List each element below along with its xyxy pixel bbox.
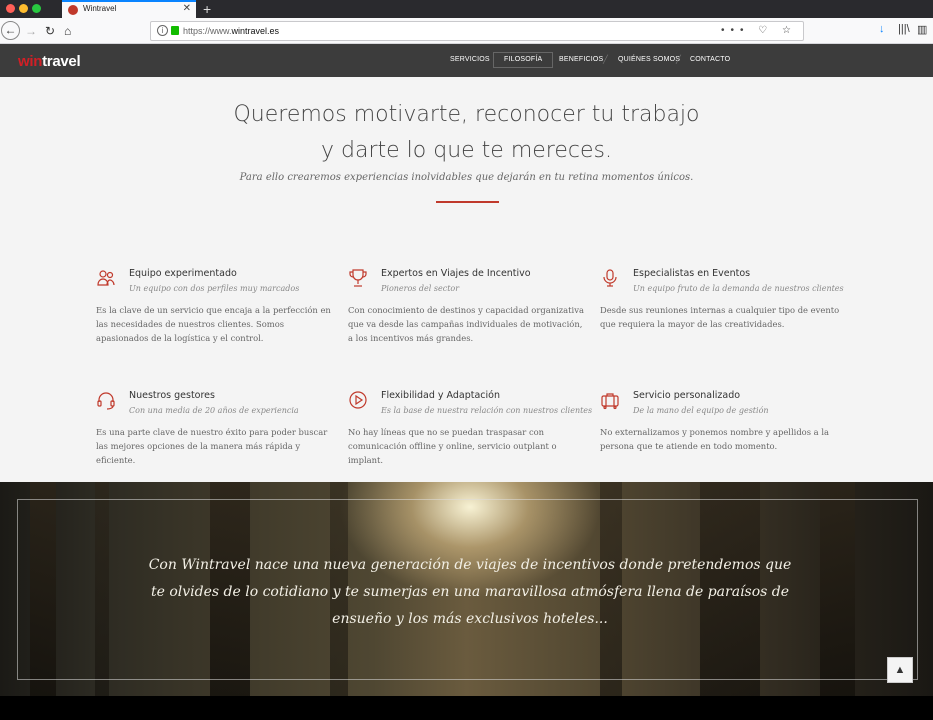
forward-button[interactable]: →: [25, 22, 37, 40]
feature-text: Con conocimiento de destinos y capacidad…: [348, 305, 584, 343]
logo[interactable]: wintravel: [18, 53, 81, 70]
back-button[interactable]: ←: [1, 21, 20, 40]
menu-servicios[interactable]: SERVICIOS: [450, 52, 490, 68]
close-tab-icon[interactable]: ✕: [183, 3, 191, 14]
sidebar-icon[interactable]: ▥: [917, 23, 927, 36]
feature-text: Es una parte clave de nuestro éxito para…: [96, 427, 328, 465]
menu-filosofia[interactable]: FILOSOFÍA: [493, 52, 554, 68]
new-tab-button[interactable]: +: [203, 0, 211, 18]
tab-title: Wintravel: [83, 4, 117, 13]
browser-toolbar: ← → ↻ ⌂ i https://www.wintravel.es ••• ♡…: [0, 18, 933, 44]
maximize-window-button[interactable]: [32, 4, 41, 13]
headset-icon: [97, 392, 115, 410]
info-icon[interactable]: i: [157, 25, 168, 36]
feature-title: Servicio personalizado: [633, 390, 741, 401]
feature-text: Es la clave de un servicio que encaja a …: [96, 305, 331, 343]
browser-tab[interactable]: Wintravel ✕: [62, 0, 196, 18]
browser-tab-bar: Wintravel ✕ +: [0, 0, 933, 18]
menu-contacto[interactable]: CONTACTO: [690, 52, 730, 68]
feature-text: Desde sus reuniones internas a cualquier…: [600, 305, 840, 329]
feature-subtitle: De la mano del equipo de gestión: [633, 406, 769, 415]
page-subtitle: Para ello crearemos experiencias inolvid…: [239, 172, 694, 183]
favicon-icon: [68, 5, 78, 15]
forest-hero: Con Wintravel nace una nueva generación …: [0, 482, 933, 696]
feature-title: Expertos en Viajes de Incentivo: [381, 268, 531, 279]
home-button[interactable]: ⌂: [64, 22, 71, 40]
window-bottom-edge: [0, 696, 933, 720]
download-icon[interactable]: ↓: [879, 23, 885, 35]
feature-title: Equipo experimentado: [129, 268, 237, 279]
site-header: wintravel SERVICIOS FILOSOFÍA BENEFICIOS…: [0, 44, 933, 77]
page-actions[interactable]: ••• ♡ ☆: [721, 25, 797, 36]
luggage-icon: [601, 393, 619, 410]
philosophy-section: Queremos motivarte, reconocer tu trabajo…: [0, 77, 933, 482]
play-icon: [349, 391, 367, 409]
microphone-icon: [603, 269, 617, 287]
page-title: Queremos motivarte, reconocer tu trabajo…: [233, 102, 700, 163]
feature-title: Nuestros gestores: [129, 390, 215, 401]
reload-button[interactable]: ↻: [45, 22, 55, 40]
feature-text: No externalizamos y ponemos nombre y ape…: [600, 427, 830, 451]
title-divider: [436, 201, 499, 203]
feature-text: No hay líneas que no se puedan traspasar…: [348, 427, 557, 465]
feature-subtitle: Pioneros del sector: [381, 284, 460, 293]
feature-subtitle: Con una media de 20 años de experiencia: [129, 406, 299, 415]
feature-subtitle: Es la base de nuestra relación con nuest…: [381, 406, 593, 415]
menu-separator: ╱: [676, 55, 681, 64]
library-icon[interactable]: |||\: [898, 23, 910, 35]
scroll-top-button[interactable]: ▲: [887, 657, 913, 683]
minimize-window-button[interactable]: [19, 4, 28, 13]
close-window-button[interactable]: [6, 4, 15, 13]
feature-subtitle: Un equipo fruto de la demanda de nuestro…: [633, 284, 844, 293]
url-text[interactable]: https://www.wintravel.es: [183, 26, 279, 36]
feature-title: Especialistas en Eventos: [633, 268, 751, 279]
menu-quienes-somos[interactable]: QUIÉNES SOMOS: [618, 52, 680, 68]
feature-title: Flexibilidad y Adaptación: [381, 390, 500, 401]
trophy-icon: [349, 269, 367, 287]
feature-subtitle: Un equipo con dos perfiles muy marcados: [129, 284, 300, 293]
url-bar[interactable]: i https://www.wintravel.es ••• ♡ ☆: [150, 21, 804, 41]
team-icon: [97, 270, 115, 286]
menu-separator: ╱: [603, 55, 608, 64]
hero-quote: Con Wintravel nace una nueva generación …: [148, 557, 792, 627]
menu-beneficios[interactable]: BENEFICIOS: [559, 52, 603, 68]
lock-icon[interactable]: [171, 26, 179, 35]
